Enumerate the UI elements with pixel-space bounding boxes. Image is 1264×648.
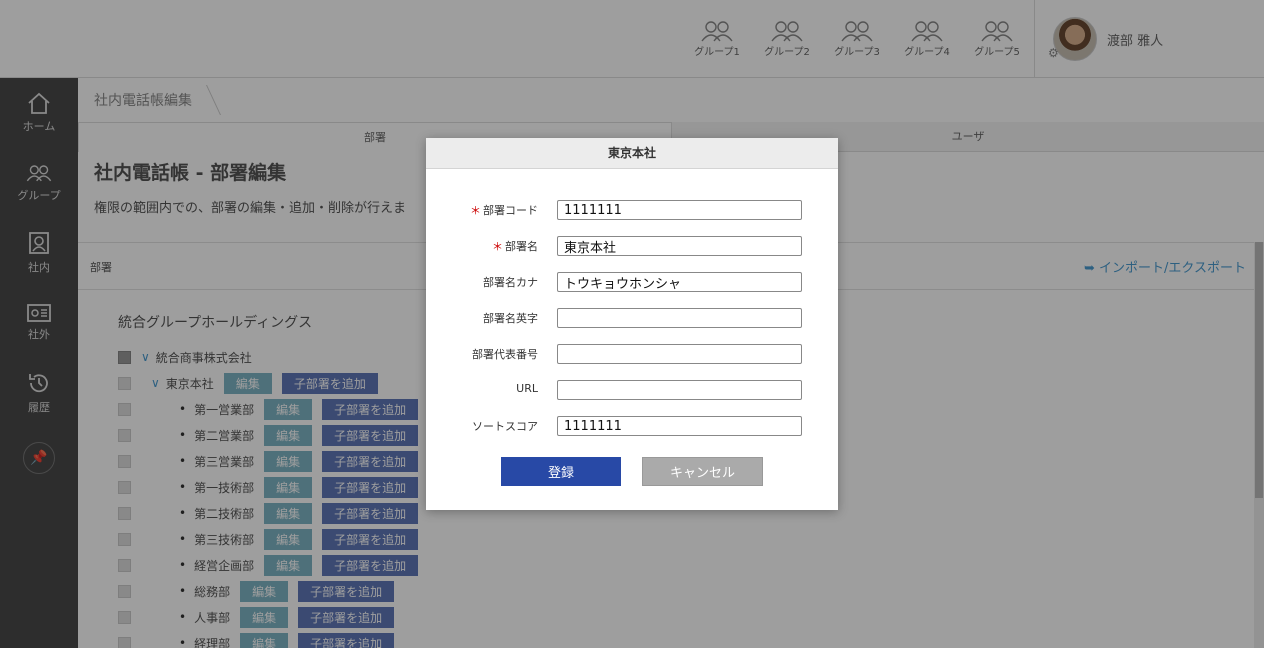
- field-input[interactable]: [557, 380, 802, 400]
- dialog-title: 東京本社: [426, 138, 838, 169]
- field-input[interactable]: [557, 344, 802, 364]
- form-row: ソートスコア: [426, 416, 838, 452]
- field-label-text: 部署コード: [483, 204, 538, 217]
- field-input[interactable]: [557, 416, 802, 436]
- form-row: ＊部署名: [426, 236, 838, 272]
- cancel-button[interactable]: キャンセル: [642, 457, 763, 486]
- field-input[interactable]: [557, 236, 802, 256]
- field-input[interactable]: [557, 308, 802, 328]
- register-button[interactable]: 登録: [501, 457, 621, 486]
- form-row: ＊部署コード: [426, 200, 838, 236]
- edit-department-dialog: 東京本社 ＊部署コード＊部署名部署名カナ部署名英字部署代表番号URLソートスコア…: [426, 138, 838, 510]
- field-label: ＊部署コード: [470, 202, 538, 218]
- form-row: 部署名英字: [426, 308, 838, 344]
- field-input[interactable]: [557, 200, 802, 220]
- field-label: 部署名英字: [483, 310, 538, 326]
- field-label-text: ソートスコア: [472, 420, 538, 433]
- field-label-text: 部署名カナ: [483, 276, 538, 289]
- field-label: 部署代表番号: [472, 346, 538, 362]
- dialog-actions: 登録 キャンセル: [426, 457, 838, 487]
- field-label: 部署名カナ: [483, 274, 538, 290]
- field-label: ソートスコア: [472, 418, 538, 434]
- form-row: URL: [426, 380, 838, 416]
- form-row: 部署名カナ: [426, 272, 838, 308]
- field-label-text: 部署名: [505, 240, 538, 253]
- required-mark: ＊: [470, 204, 481, 217]
- field-label: URL: [516, 382, 538, 395]
- form-row: 部署代表番号: [426, 344, 838, 380]
- field-input[interactable]: [557, 272, 802, 292]
- field-label: ＊部署名: [492, 238, 538, 254]
- field-label-text: 部署代表番号: [472, 348, 538, 361]
- department-form: ＊部署コード＊部署名部署名カナ部署名英字部署代表番号URLソートスコア: [426, 200, 838, 452]
- field-label-text: 部署名英字: [483, 312, 538, 325]
- field-label-text: URL: [516, 382, 538, 395]
- required-mark: ＊: [492, 240, 503, 253]
